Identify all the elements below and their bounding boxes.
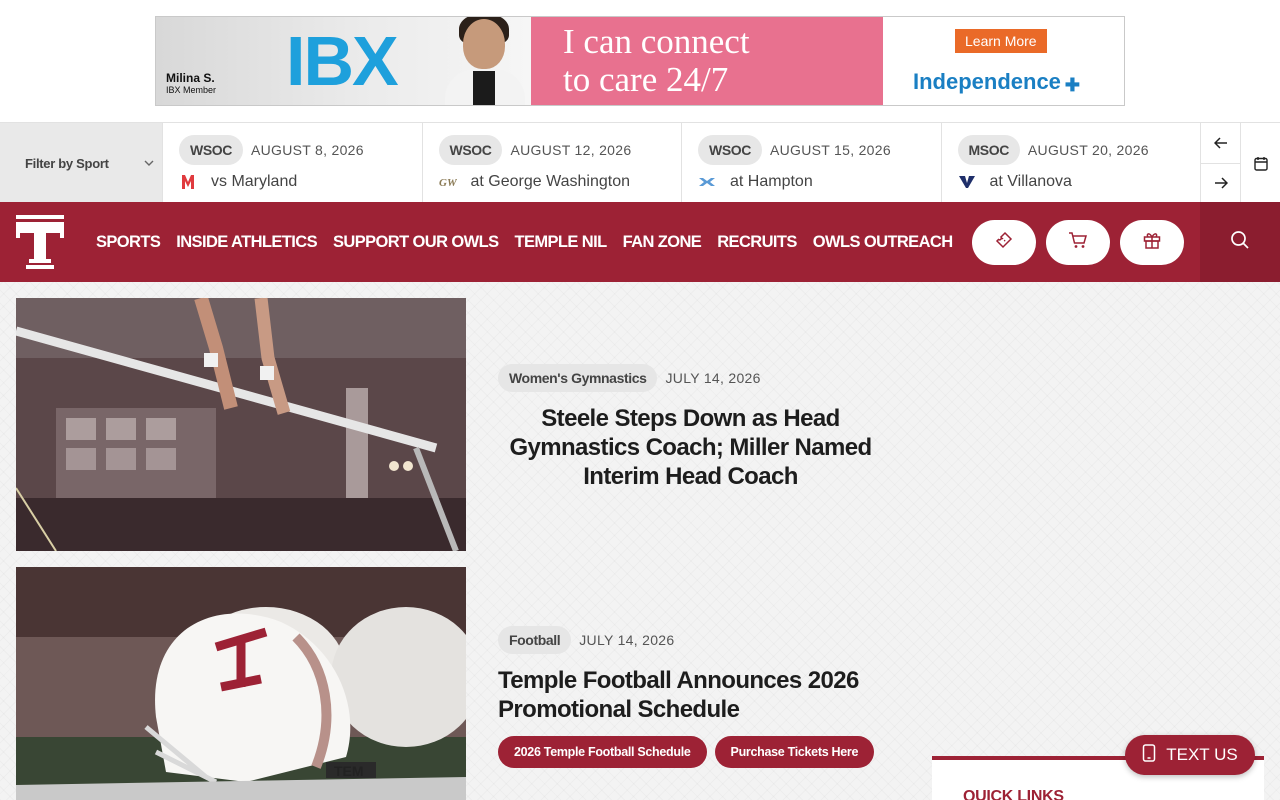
schedule-game[interactable]: MSOC AUGUST 20, 2026 at Villanova xyxy=(940,123,1201,203)
gift-icon xyxy=(1143,231,1161,254)
ad-person-name: Milina S. xyxy=(166,71,215,85)
game-opponent: at Hampton xyxy=(730,173,813,190)
ad-advertiser: Independence ✚ xyxy=(913,69,1083,95)
ad-learn-more-button[interactable]: Learn More xyxy=(955,29,1047,53)
shopping-cart-icon xyxy=(1068,231,1088,254)
purchase-tickets-button[interactable]: Purchase Tickets Here xyxy=(714,736,875,768)
game-sport-badge: WSOC xyxy=(438,135,503,165)
calendar-icon[interactable] xyxy=(1240,123,1280,203)
story-card: Women's Gymnastics JULY 14, 2026 Steele … xyxy=(498,364,883,491)
nav-item-sports[interactable]: SPORTS xyxy=(96,233,161,252)
ad-advertiser-name: Independence xyxy=(913,69,1061,94)
game-date: AUGUST 8, 2026 xyxy=(250,142,364,158)
ad-right-panel: Learn More Independence ✚ xyxy=(883,17,1124,105)
story-category-badge[interactable]: Football xyxy=(498,626,572,654)
filter-by-sport-dropdown[interactable]: Filter by Sport xyxy=(0,123,162,203)
story-headline[interactable]: Steele Steps Down as Head Gymnastics Coa… xyxy=(498,404,883,491)
nav-item-support-our-owls[interactable]: SUPPORT OUR OWLS xyxy=(333,233,499,252)
give-button[interactable] xyxy=(1120,220,1184,265)
game-opponent: at Villanova xyxy=(989,173,1072,190)
text-us-button[interactable]: TEXT US xyxy=(1125,735,1255,775)
story-category-badge[interactable]: Women's Gymnastics xyxy=(498,364,658,392)
maryland-logo-icon xyxy=(179,173,197,191)
schedule-bar: Filter by Sport WSOC AUGUST 8, 2026 vs M… xyxy=(0,122,1280,203)
tickets-button[interactable] xyxy=(972,220,1036,265)
story-image-football[interactable]: TEM xyxy=(16,567,466,800)
game-opponent: vs Maryland xyxy=(211,173,298,190)
phone-icon xyxy=(1142,743,1156,767)
story-image-gymnastics[interactable] xyxy=(16,298,466,551)
ticket-icon xyxy=(995,231,1013,254)
nav-item-recruits[interactable]: RECRUITS xyxy=(717,233,797,252)
nav-action-buttons xyxy=(972,220,1184,265)
game-sport-badge: WSOC xyxy=(179,135,243,165)
story-card: Football JULY 14, 2026 Temple Football A… xyxy=(498,626,888,768)
schedule-game[interactable]: WSOC AUGUST 12, 2026 GW at George Washin… xyxy=(421,123,682,203)
nav-item-temple-nil[interactable]: TEMPLE NIL xyxy=(515,233,608,252)
ad-tagline-line1: I can connect xyxy=(563,22,750,61)
nav-item-fan-zone[interactable]: FAN ZONE xyxy=(623,233,702,252)
quick-links-title: QUICK LINKS xyxy=(963,788,1064,800)
ad-banner[interactable]: IBX Milina S. IBX Member I can connect t… xyxy=(155,16,1125,106)
story-headline[interactable]: Temple Football Announces 2026 Promotion… xyxy=(498,666,888,724)
nav-item-inside-athletics[interactable]: INSIDE ATHLETICS xyxy=(176,233,317,252)
ad-person-caption: IBX Member xyxy=(166,85,217,95)
ad-tagline-panel: I can connect to care 24/7 xyxy=(531,17,883,105)
game-opponent: at George Washington xyxy=(470,173,631,190)
search-icon xyxy=(1230,230,1250,255)
blue-cross-icon: ✚ xyxy=(1064,75,1081,95)
villanova-logo-icon xyxy=(958,173,976,191)
football-schedule-button[interactable]: 2026 Temple Football Schedule xyxy=(498,736,707,768)
chevron-down-icon xyxy=(144,158,154,169)
ad-left-panel: IBX Milina S. IBX Member xyxy=(156,17,531,105)
schedule-game[interactable]: WSOC AUGUST 15, 2026 at Hampton xyxy=(681,123,941,203)
george-washington-logo-icon: GW xyxy=(439,173,457,191)
game-date: AUGUST 12, 2026 xyxy=(510,142,632,158)
hampton-logo-icon xyxy=(698,173,716,191)
ad-tagline: I can connect to care 24/7 xyxy=(563,23,750,99)
story-buttons: 2026 Temple Football Schedule Purchase T… xyxy=(498,736,888,768)
ad-person-photo xyxy=(441,17,529,105)
arrow-left-icon[interactable] xyxy=(1201,123,1240,164)
nav-menu: SPORTS INSIDE ATHLETICS SUPPORT OUR OWLS… xyxy=(96,233,953,252)
story-date: JULY 14, 2026 xyxy=(665,370,761,386)
ad-banner-area: IBX Milina S. IBX Member I can connect t… xyxy=(0,0,1280,122)
main-nav: SPORTS INSIDE ATHLETICS SUPPORT OUR OWLS… xyxy=(0,202,1280,282)
schedule-game[interactable]: WSOC AUGUST 8, 2026 vs Maryland xyxy=(162,123,422,203)
svg-text:TEM: TEM xyxy=(334,763,364,779)
schedule-arrows xyxy=(1200,123,1240,203)
temple-t-logo[interactable] xyxy=(16,215,64,269)
game-sport-badge: WSOC xyxy=(698,135,762,165)
game-date: AUGUST 20, 2026 xyxy=(1027,142,1149,158)
ad-tagline-line2: to care 24/7 xyxy=(563,60,729,99)
filter-label: Filter by Sport xyxy=(25,155,109,171)
shop-button[interactable] xyxy=(1046,220,1110,265)
ad-brand-mark: IBX xyxy=(286,22,399,100)
svg-text:GW: GW xyxy=(439,177,457,188)
news-feed: Women's Gymnastics JULY 14, 2026 Steele … xyxy=(0,282,1280,800)
story-date: JULY 14, 2026 xyxy=(579,632,675,648)
game-sport-badge: MSOC xyxy=(957,135,1020,165)
arrow-right-icon[interactable] xyxy=(1201,164,1240,204)
search-button[interactable] xyxy=(1200,202,1280,282)
text-us-label: TEXT US xyxy=(1166,745,1238,764)
game-date: AUGUST 15, 2026 xyxy=(769,142,891,158)
nav-item-owls-outreach[interactable]: OWLS OUTREACH xyxy=(813,233,953,252)
